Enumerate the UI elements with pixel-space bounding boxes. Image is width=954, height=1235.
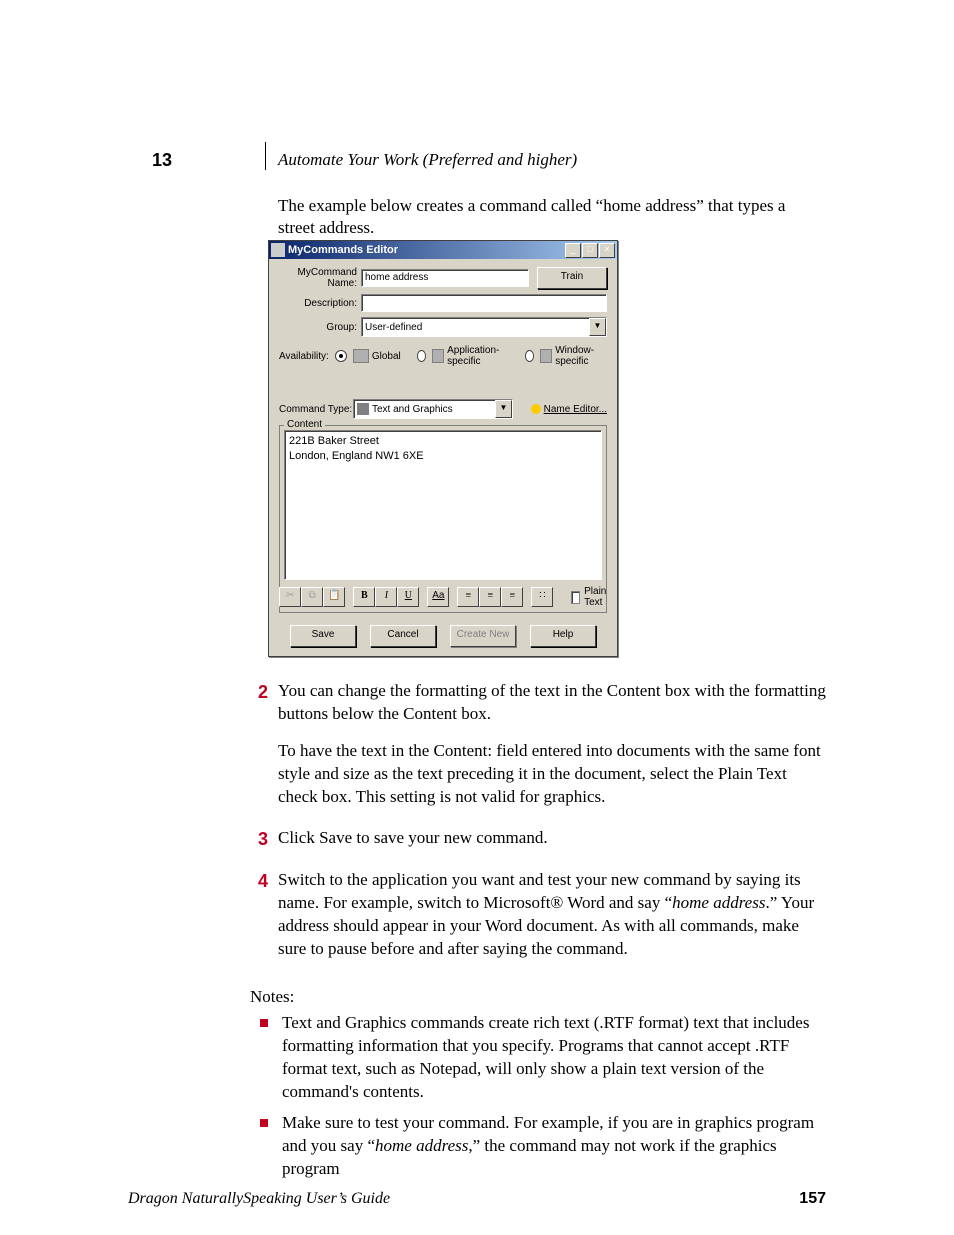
- intro-paragraph: The example below creates a command call…: [278, 195, 823, 239]
- bullet-icon: [260, 1019, 268, 1027]
- group-dropdown[interactable]: User-defined ▼: [361, 317, 607, 337]
- cancel-button[interactable]: Cancel: [370, 625, 436, 647]
- plain-text-label: Plain Text: [584, 586, 611, 608]
- availability-global-option[interactable]: Global: [329, 349, 401, 363]
- close-button[interactable]: ×: [599, 243, 615, 258]
- command-type-label: Command Type:: [279, 404, 353, 415]
- notes-bullets: Text and Graphics commands create rich t…: [260, 1012, 830, 1189]
- availability-window-option[interactable]: Window-specific: [519, 345, 607, 367]
- global-label: Global: [372, 351, 401, 362]
- step-3: 3 Click Save to save your new command.: [248, 827, 828, 851]
- italic-button[interactable]: I: [375, 587, 397, 607]
- paste-button[interactable]: 📋: [323, 587, 345, 607]
- align-left-button[interactable]: ≡: [457, 587, 479, 607]
- formatting-toolbar: ✂ ⧉ 📋 B I U Aa ≡ ≡ ≡: [284, 586, 602, 608]
- save-button[interactable]: Save: [290, 625, 356, 647]
- chevron-down-icon[interactable]: ▼: [589, 318, 606, 336]
- name-editor-label: Name Editor...: [544, 404, 607, 415]
- step-2: 2 You can change the formatting of the t…: [248, 680, 828, 809]
- footer-guide-title: Dragon NaturallySpeaking User’s Guide: [128, 1190, 390, 1208]
- content-legend: Content: [284, 419, 325, 430]
- chapter-number: 13: [152, 150, 172, 171]
- note-2-text: Make sure to test your command. For exam…: [282, 1112, 830, 1181]
- steps-list: 2 You can change the formatting of the t…: [248, 680, 828, 979]
- application-icon: [432, 349, 444, 363]
- step-4-body: Switch to the application you want and t…: [278, 869, 828, 961]
- cut-button[interactable]: ✂: [279, 587, 301, 607]
- create-new-button[interactable]: Create New: [450, 625, 516, 647]
- window-icon: [540, 349, 552, 363]
- radio-icon: [417, 350, 426, 362]
- command-type-dropdown[interactable]: Text and Graphics ▼: [353, 399, 513, 419]
- copy-button[interactable]: ⧉: [301, 587, 323, 607]
- radio-icon: [525, 350, 534, 362]
- chapter-title: Automate Your Work (Preferred and higher…: [278, 150, 577, 170]
- step-number: 3: [248, 827, 278, 851]
- app-icon: [271, 243, 285, 257]
- step-number: 2: [248, 680, 278, 809]
- mycommands-editor-dialog: MyCommands Editor _ □ × MyCommand Name: …: [268, 240, 618, 657]
- minimize-button[interactable]: _: [565, 243, 581, 258]
- step-2-p1: You can change the formatting of the tex…: [278, 680, 828, 726]
- availability-label: Availability:: [279, 351, 329, 362]
- font-button[interactable]: Aa: [427, 587, 449, 607]
- step-3-p1: Click Save to save your new command.: [278, 827, 828, 851]
- bullet-list-button[interactable]: ∷: [531, 587, 553, 607]
- name-editor-link[interactable]: Name Editor...: [531, 404, 607, 415]
- description-input[interactable]: [361, 294, 607, 312]
- app-label: Application-specific: [447, 345, 509, 367]
- step-4: 4 Switch to the application you want and…: [248, 869, 828, 961]
- window-title: MyCommands Editor: [288, 244, 564, 256]
- plain-text-checkbox[interactable]: Plain Text: [571, 586, 610, 608]
- titlebar: MyCommands Editor _ □ ×: [269, 241, 617, 259]
- lightbulb-icon: [531, 404, 541, 414]
- step-number: 4: [248, 869, 278, 961]
- command-type-value: Text and Graphics: [372, 404, 453, 415]
- checkbox-icon: [571, 591, 580, 604]
- availability-app-option[interactable]: Application-specific: [411, 345, 509, 367]
- globe-icon: [353, 349, 369, 363]
- header-divider: [265, 142, 266, 170]
- name-input[interactable]: home address: [361, 269, 529, 287]
- train-button[interactable]: Train: [537, 267, 607, 289]
- step-2-p2: To have the text in the Content: field e…: [278, 740, 828, 809]
- description-label: Description:: [279, 298, 361, 309]
- chevron-down-icon[interactable]: ▼: [495, 400, 512, 418]
- align-right-button[interactable]: ≡: [501, 587, 523, 607]
- help-button[interactable]: Help: [530, 625, 596, 647]
- note-bullet-2: Make sure to test your command. For exam…: [260, 1112, 830, 1181]
- maximize-button[interactable]: □: [582, 243, 598, 258]
- window-label: Window-specific: [555, 345, 607, 367]
- text-graphics-icon: [357, 403, 369, 415]
- notes-heading: Notes:: [250, 987, 294, 1007]
- group-label: Group:: [279, 322, 361, 333]
- radio-selected-icon: [335, 350, 347, 362]
- content-fieldset: Content 221B Baker Street London, Englan…: [279, 425, 607, 613]
- underline-button[interactable]: U: [397, 587, 419, 607]
- note-1-text: Text and Graphics commands create rich t…: [282, 1012, 830, 1104]
- bold-button[interactable]: B: [353, 587, 375, 607]
- bullet-icon: [260, 1119, 268, 1127]
- name-label: MyCommand Name:: [279, 267, 361, 289]
- page-number: 157: [799, 1190, 826, 1208]
- group-value: User-defined: [365, 322, 422, 333]
- note-bullet-1: Text and Graphics commands create rich t…: [260, 1012, 830, 1104]
- content-textarea[interactable]: 221B Baker Street London, England NW1 6X…: [284, 430, 602, 580]
- align-center-button[interactable]: ≡: [479, 587, 501, 607]
